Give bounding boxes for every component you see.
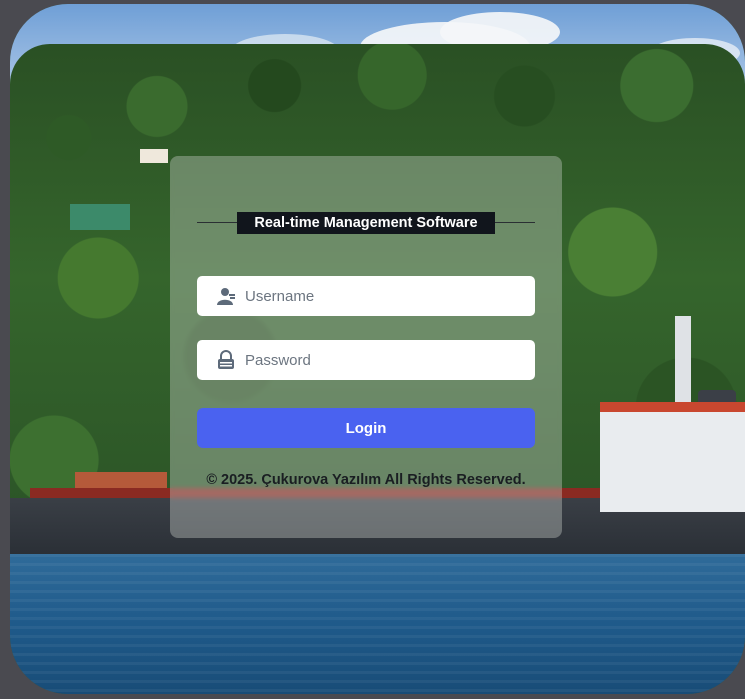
- user-icon: [215, 285, 237, 307]
- water: [10, 554, 745, 694]
- login-button[interactable]: Login: [197, 408, 535, 448]
- password-field[interactable]: [197, 340, 535, 380]
- ship-bridge: [600, 402, 745, 512]
- page-title: Real-time Management Software: [237, 212, 495, 234]
- login-card: Real-time Management Software Login © 20…: [170, 156, 562, 538]
- username-field[interactable]: [197, 276, 535, 316]
- username-input[interactable]: [245, 278, 525, 314]
- copyright-footer: © 2025. Çukurova Yazılım All Rights Rese…: [206, 472, 526, 488]
- password-input[interactable]: [245, 342, 525, 378]
- ship-mast: [675, 316, 691, 406]
- lock-icon: [215, 349, 237, 371]
